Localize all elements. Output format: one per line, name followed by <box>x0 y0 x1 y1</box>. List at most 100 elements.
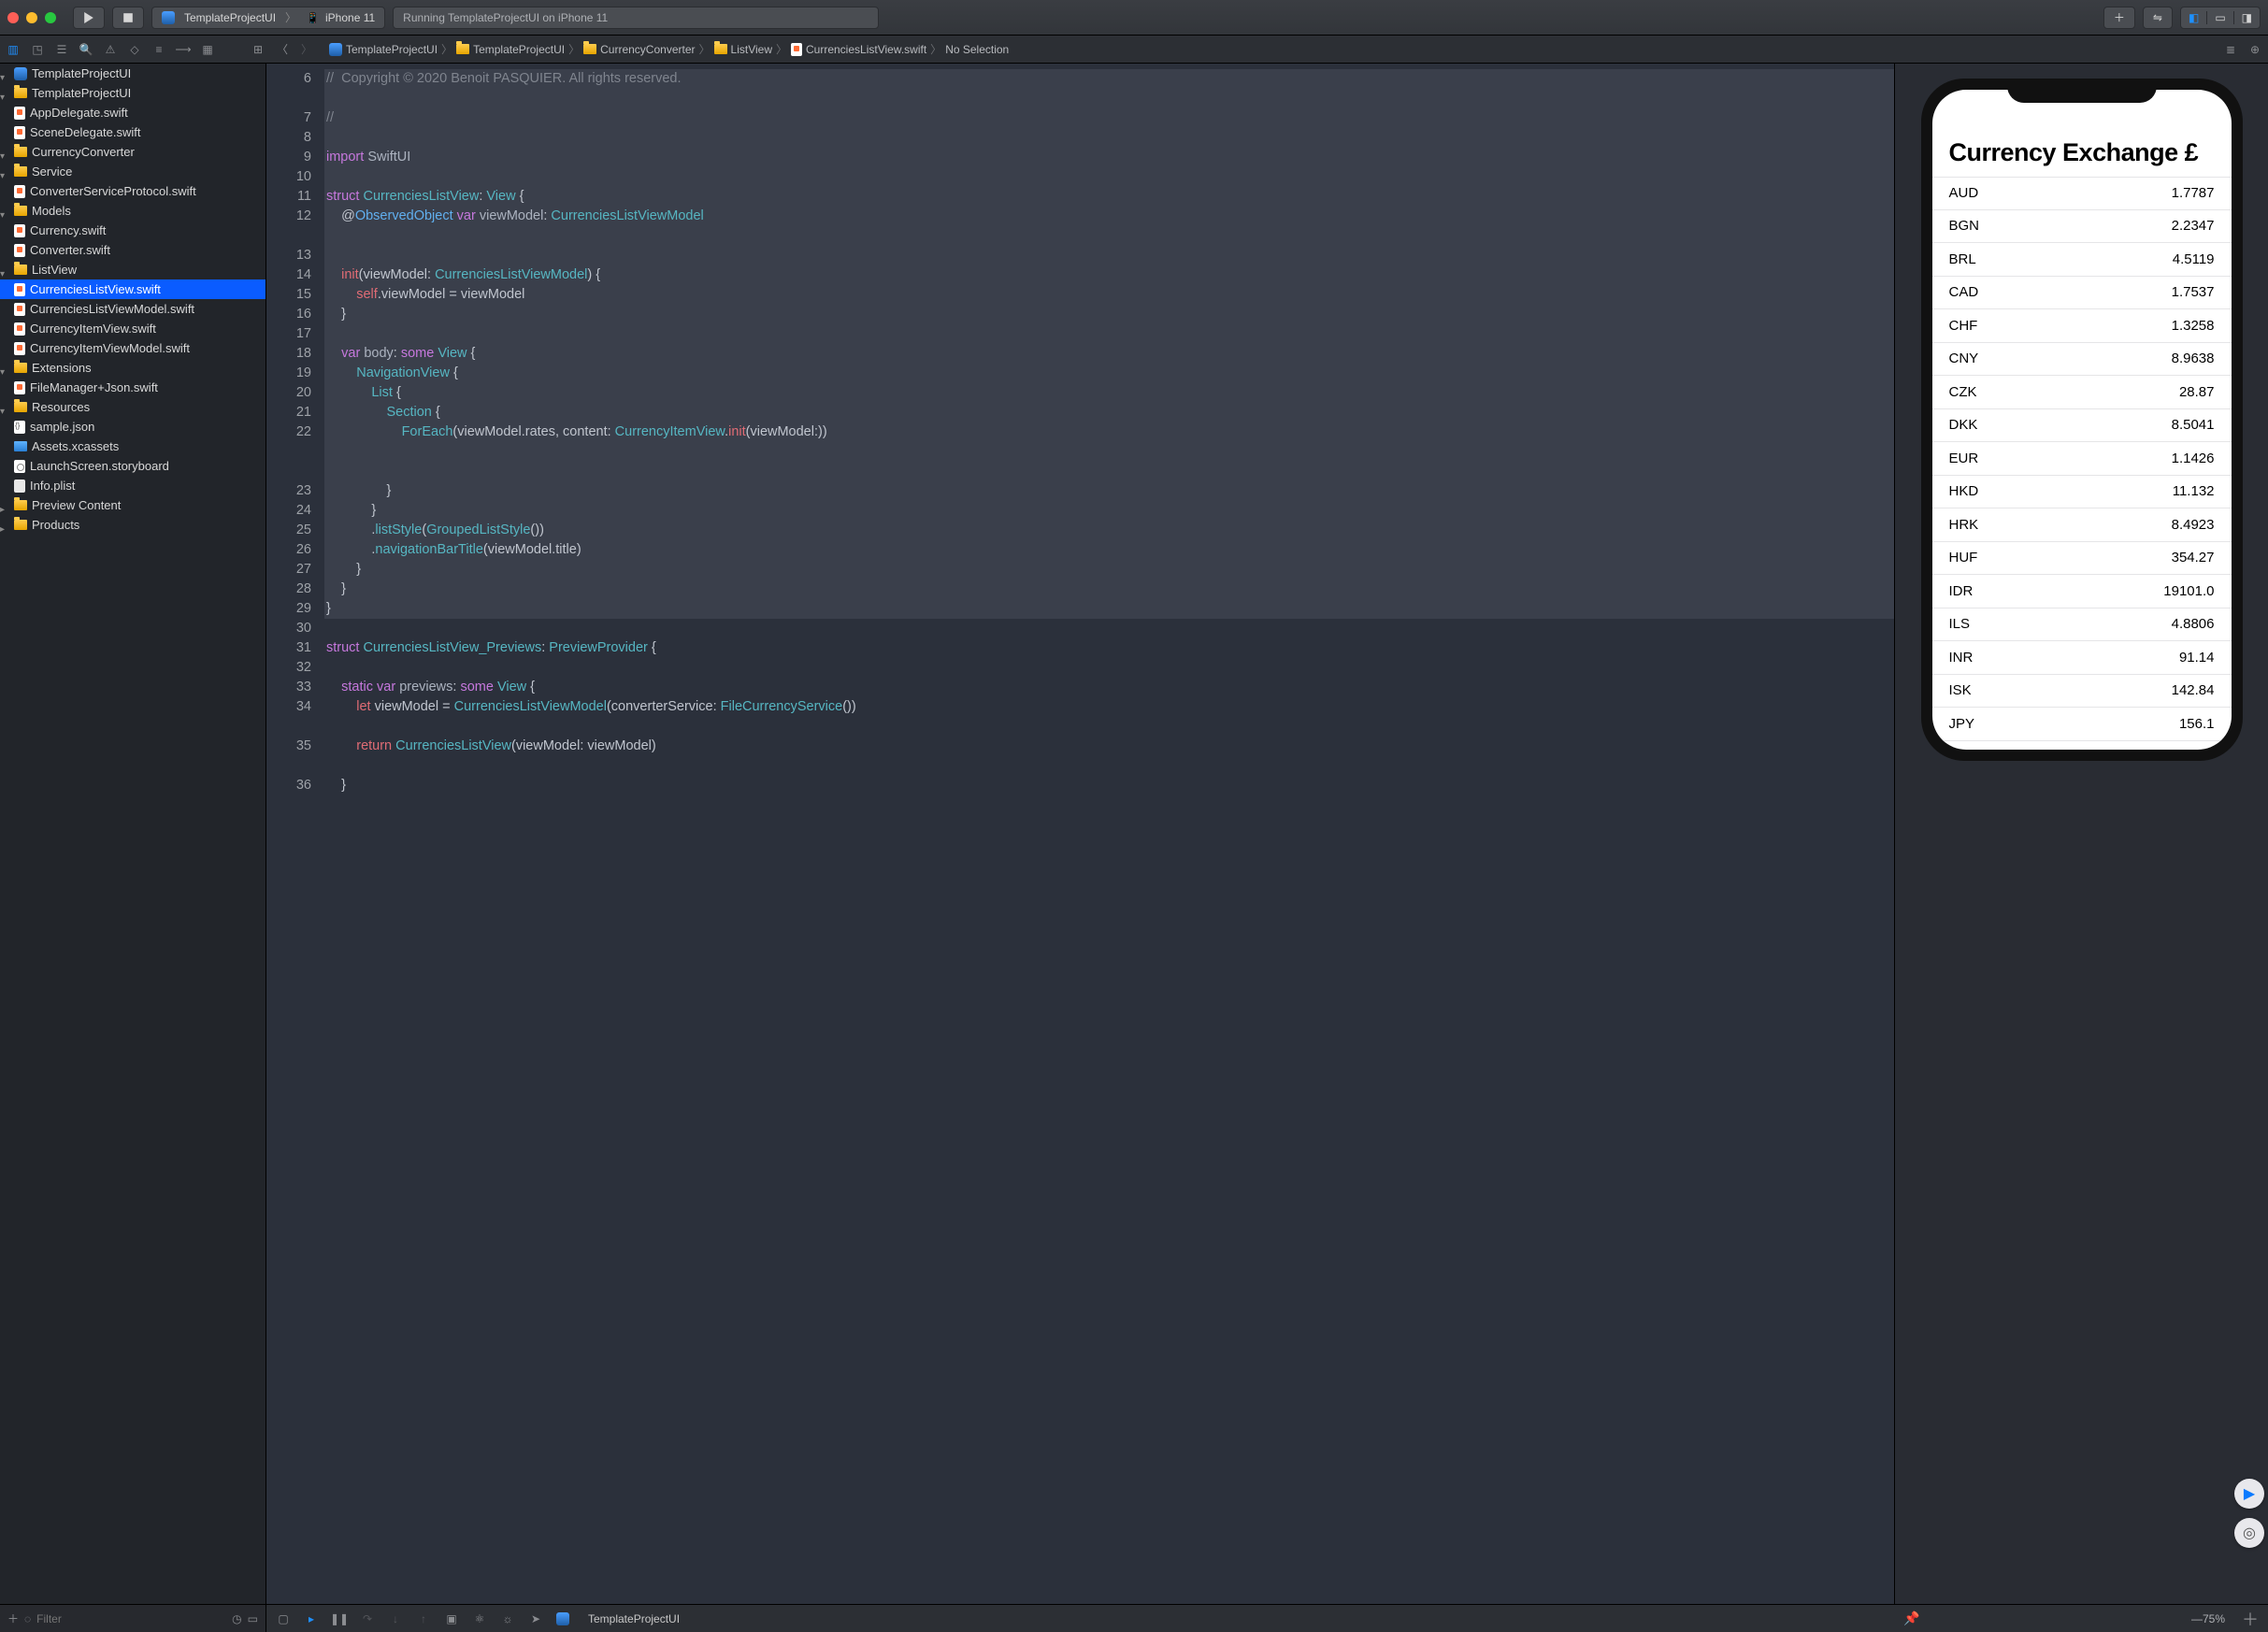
nav-row[interactable]: CurrencyConverter <box>0 142 266 162</box>
nav-back-icon[interactable]: 〈 <box>275 42 290 57</box>
nav-row[interactable]: FileManager+Json.swift <box>0 378 266 397</box>
navigator-filter-input[interactable] <box>36 1612 226 1625</box>
project-navigator[interactable]: TemplateProjectUITemplateProjectUIAppDel… <box>0 64 266 1604</box>
nav-row[interactable]: ListView <box>0 260 266 279</box>
nav-row[interactable]: Resources <box>0 397 266 417</box>
breadcrumb-segment[interactable]: CurrencyConverter <box>600 43 695 56</box>
disclosure-triangle-icon[interactable] <box>0 403 9 412</box>
minimize-icon[interactable] <box>26 12 37 23</box>
rate-row[interactable]: CNY8.9638 <box>1932 343 2232 377</box>
breadcrumb-segment[interactable]: ListView <box>731 43 772 56</box>
zoom-in-icon[interactable]: ＋ <box>2242 1607 2259 1631</box>
pause-icon[interactable]: ❚❚ <box>332 1611 347 1626</box>
recent-filter-icon[interactable]: ◷ <box>232 1612 241 1625</box>
breadcrumb-segment[interactable]: TemplateProjectUI <box>346 43 438 56</box>
issue-navigator-icon[interactable]: ⚠ <box>103 42 118 57</box>
debug-process-name[interactable]: TemplateProjectUI <box>588 1612 680 1625</box>
location-icon[interactable]: ➤ <box>528 1611 543 1626</box>
nav-row[interactable]: Models <box>0 201 266 221</box>
nav-row[interactable]: AppDelegate.swift <box>0 103 266 122</box>
nav-row[interactable]: sample.json <box>0 417 266 437</box>
nav-row[interactable]: Converter.swift <box>0 240 266 260</box>
toggle-debug-icon[interactable]: ▭ <box>2207 11 2233 24</box>
close-icon[interactable] <box>7 12 19 23</box>
toggle-navigator-icon[interactable]: ◧ <box>2181 11 2207 24</box>
rate-row[interactable]: EUR1.1426 <box>1932 442 2232 476</box>
find-navigator-icon[interactable]: 🔍 <box>79 42 93 57</box>
rate-row[interactable]: IDR19101.0 <box>1932 575 2232 608</box>
nav-row[interactable]: TemplateProjectUI <box>0 64 266 83</box>
rate-row[interactable]: HUF354.27 <box>1932 542 2232 576</box>
rate-row[interactable]: HRK8.4923 <box>1932 508 2232 542</box>
nav-row[interactable]: SceneDelegate.swift <box>0 122 266 142</box>
rate-row[interactable]: DKK8.5041 <box>1932 409 2232 443</box>
view-debugger-icon[interactable]: ▣ <box>444 1611 459 1626</box>
nav-row[interactable]: Info.plist <box>0 476 266 495</box>
environment-overrides-icon[interactable]: ☼ <box>500 1611 515 1626</box>
adjust-editor-icon[interactable]: ⊕ <box>2247 42 2262 57</box>
rate-row[interactable]: HKD11.132 <box>1932 476 2232 509</box>
step-into-icon[interactable]: ↓ <box>388 1611 403 1626</box>
nav-row[interactable]: Service <box>0 162 266 181</box>
disclosure-triangle-icon[interactable] <box>0 265 9 275</box>
nav-row[interactable]: TemplateProjectUI <box>0 83 266 103</box>
nav-row[interactable]: Preview Content <box>0 495 266 515</box>
editor-lines-icon[interactable]: ≣ <box>2223 42 2238 57</box>
toggle-inspectors-icon[interactable]: ◨ <box>2234 11 2260 24</box>
nav-row[interactable]: CurrenciesListView.swift <box>0 279 266 299</box>
rate-row[interactable]: JPY156.1 <box>1932 708 2232 741</box>
preview-inspect-icon[interactable]: ◎ <box>2234 1518 2264 1548</box>
nav-row[interactable]: Products <box>0 515 266 535</box>
related-items-icon[interactable]: ⊞ <box>251 42 266 57</box>
project-navigator-icon[interactable]: ▥ <box>6 42 21 57</box>
disclosure-triangle-icon[interactable] <box>0 207 9 216</box>
breakpoint-navigator-icon[interactable]: ⟶ <box>176 42 191 57</box>
scm-filter-icon[interactable]: ▭ <box>248 1612 258 1625</box>
nav-row[interactable]: LaunchScreen.storyboard <box>0 456 266 476</box>
disclosure-triangle-icon[interactable] <box>0 501 9 510</box>
step-over-icon[interactable]: ↷ <box>360 1611 375 1626</box>
test-navigator-icon[interactable]: ◇ <box>127 42 142 57</box>
breakpoints-toggle-icon[interactable]: ▸ <box>304 1611 319 1626</box>
disclosure-triangle-icon[interactable] <box>0 364 9 373</box>
rate-row[interactable]: CZK28.87 <box>1932 376 2232 409</box>
filter-scope-icon[interactable]: ◌ <box>24 1612 31 1625</box>
nav-row[interactable]: CurrencyItemView.swift <box>0 319 266 338</box>
nav-forward-icon[interactable]: 〉 <box>299 42 314 57</box>
live-preview-play-icon[interactable]: ▶ <box>2234 1479 2264 1509</box>
rates-list[interactable]: AUD1.7787BGN2.2347BRL4.5119CAD1.7537CHF1… <box>1932 177 2232 741</box>
source-editor[interactable]: 6 789101112 13141516171819202122 2324252… <box>266 64 1894 1604</box>
rate-row[interactable]: BRL4.5119 <box>1932 243 2232 277</box>
breadcrumb-segment[interactable]: No Selection <box>945 43 1009 56</box>
rate-row[interactable]: INR91.14 <box>1932 641 2232 675</box>
rate-row[interactable]: BGN2.2347 <box>1932 210 2232 244</box>
device-screen[interactable]: Currency Exchange £ AUD1.7787BGN2.2347BR… <box>1932 90 2232 750</box>
disclosure-triangle-icon[interactable] <box>0 69 9 79</box>
code-area[interactable]: // Copyright © 2020 Benoit PASQUIER. All… <box>324 64 1894 1604</box>
run-button[interactable] <box>73 7 105 29</box>
disclosure-triangle-icon[interactable] <box>0 521 9 530</box>
source-control-navigator-icon[interactable]: ◳ <box>30 42 45 57</box>
rate-row[interactable]: AUD1.7787 <box>1932 177 2232 210</box>
add-button[interactable]: ＋ <box>2103 7 2135 29</box>
scheme-selector[interactable]: TemplateProjectUI 〉 📱 iPhone 11 <box>151 7 385 29</box>
breadcrumb-segment[interactable]: TemplateProjectUI <box>473 43 565 56</box>
pin-preview-icon[interactable]: 📌 <box>1903 1611 1919 1626</box>
breadcrumb-segment[interactable]: CurrenciesListView.swift <box>806 43 926 56</box>
add-navigator-item-icon[interactable]: ＋ <box>7 1611 19 1626</box>
memory-graph-icon[interactable]: ⚛ <box>472 1611 487 1626</box>
report-navigator-icon[interactable]: ▦ <box>200 42 215 57</box>
disclosure-triangle-icon[interactable] <box>0 148 9 157</box>
stop-button[interactable] <box>112 7 144 29</box>
nav-row[interactable]: ConverterServiceProtocol.swift <box>0 181 266 201</box>
symbol-navigator-icon[interactable]: ☰ <box>54 42 69 57</box>
code-review-button[interactable]: ⇋ <box>2143 7 2173 29</box>
hide-debug-icon[interactable]: ▢ <box>276 1611 291 1626</box>
nav-row[interactable]: CurrenciesListViewModel.swift <box>0 299 266 319</box>
rate-row[interactable]: CAD1.7537 <box>1932 277 2232 310</box>
nav-row[interactable]: Currency.swift <box>0 221 266 240</box>
rate-row[interactable]: ILS4.8806 <box>1932 608 2232 642</box>
debug-navigator-icon[interactable]: ≡ <box>151 42 166 57</box>
disclosure-triangle-icon[interactable] <box>0 167 9 177</box>
jump-bar[interactable]: TemplateProjectUI〉 TemplateProjectUI〉 Cu… <box>329 41 1009 57</box>
